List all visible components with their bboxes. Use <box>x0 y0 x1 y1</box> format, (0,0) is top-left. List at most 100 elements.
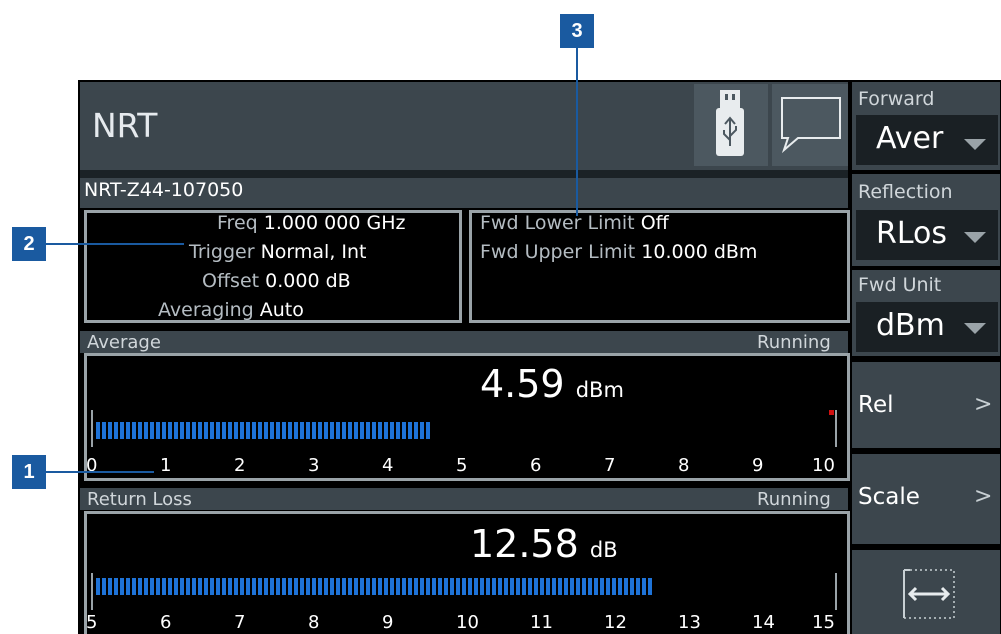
return-loss-title: Return Loss <box>87 489 192 510</box>
average-max-marker <box>829 410 834 415</box>
bar-segment <box>378 578 382 595</box>
bar-segment <box>174 422 178 439</box>
bar-segment <box>372 578 376 595</box>
bar-segment <box>114 422 118 439</box>
chevron-right-icon: > <box>974 392 993 417</box>
usb-button[interactable] <box>694 84 768 166</box>
bar-segment <box>246 578 250 595</box>
callout-1-leader <box>46 471 154 473</box>
bar-segment <box>150 578 154 595</box>
bar-segment <box>402 578 406 595</box>
tick-label: 1 <box>160 455 172 476</box>
bar-segment <box>384 578 388 595</box>
return-loss-scale <box>91 573 837 610</box>
bar-segment <box>96 578 100 595</box>
average-status: Running <box>757 332 831 353</box>
bar-segment <box>366 578 370 595</box>
bar-segment <box>390 422 394 439</box>
message-button[interactable] <box>772 84 848 166</box>
bar-segment <box>612 578 616 595</box>
bar-segment <box>396 422 400 439</box>
bar-segment <box>318 422 322 439</box>
bar-segment <box>462 578 466 595</box>
bar-segment <box>306 422 310 439</box>
callout-2: 2 <box>12 227 46 261</box>
tick-label: 6 <box>530 455 542 476</box>
average-bar <box>96 422 430 439</box>
bar-segment <box>192 422 196 439</box>
bar-segment <box>600 578 604 595</box>
tick-label: 5 <box>456 455 468 476</box>
tick-label: 10 <box>456 612 479 633</box>
bar-segment <box>342 578 346 595</box>
usb-icon <box>716 90 744 156</box>
tick-label: 15 <box>812 612 835 633</box>
bar-segment <box>468 578 472 595</box>
bar-segment <box>228 578 232 595</box>
bar-segment <box>480 578 484 595</box>
bar-segment <box>150 422 154 439</box>
bar-segment <box>582 578 586 595</box>
bar-segment <box>108 578 112 595</box>
bar-segment <box>642 578 646 595</box>
bar-segment <box>210 422 214 439</box>
bar-segment <box>354 422 358 439</box>
tick-label: 12 <box>604 612 627 633</box>
bar-segment <box>96 422 100 439</box>
bar-segment <box>258 578 262 595</box>
bar-segment <box>216 578 220 595</box>
bar-segment <box>414 422 418 439</box>
bar-segment <box>228 422 232 439</box>
device-id: NRT-Z44-107050 <box>84 179 244 201</box>
bar-segment <box>384 422 388 439</box>
bar-segment <box>528 578 532 595</box>
chevron-down-icon <box>964 232 986 243</box>
bar-segment <box>474 578 478 595</box>
chevron-right-icon: > <box>974 484 993 509</box>
bar-segment <box>264 422 268 439</box>
bar-segment <box>414 578 418 595</box>
bar-segment <box>378 422 382 439</box>
fwd-upper-limit-row: Fwd Upper Limit 10.000 dBm <box>480 241 758 263</box>
bar-segment <box>156 422 160 439</box>
bar-segment <box>498 578 502 595</box>
tick-label: 13 <box>678 612 701 633</box>
bar-segment <box>282 578 286 595</box>
averaging-row: Averaging Auto <box>158 299 304 321</box>
bar-segment <box>102 422 106 439</box>
return-loss-bar <box>96 578 652 595</box>
bar-segment <box>360 422 364 439</box>
tick-label: 9 <box>752 455 764 476</box>
bar-segment <box>342 422 346 439</box>
callout-3: 3 <box>560 14 594 48</box>
forward-value: Aver <box>876 121 944 156</box>
bar-segment <box>504 578 508 595</box>
tick-label: 8 <box>308 612 320 633</box>
bar-segment <box>114 578 118 595</box>
offset-row: Offset 0.000 dB <box>202 270 351 292</box>
bar-segment <box>108 422 112 439</box>
bar-segment <box>510 578 514 595</box>
bar-segment <box>216 422 220 439</box>
bar-segment <box>420 422 424 439</box>
bar-segment <box>204 578 208 595</box>
bar-segment <box>336 422 340 439</box>
bar-segment <box>270 578 274 595</box>
fwd-unit-value: dBm <box>876 308 945 343</box>
bar-segment <box>570 578 574 595</box>
average-scale <box>91 410 837 447</box>
bar-segment <box>438 578 442 595</box>
bar-segment <box>594 578 598 595</box>
chevron-down-icon <box>964 323 986 334</box>
bar-segment <box>222 578 226 595</box>
bar-segment <box>276 578 280 595</box>
bar-segment <box>252 578 256 595</box>
tick-label: 2 <box>234 455 246 476</box>
bar-segment <box>588 578 592 595</box>
bar-segment <box>402 422 406 439</box>
bar-segment <box>132 578 136 595</box>
bar-segment <box>138 578 142 595</box>
tick-label: 6 <box>160 612 172 633</box>
bar-segment <box>210 578 214 595</box>
bar-segment <box>312 422 316 439</box>
